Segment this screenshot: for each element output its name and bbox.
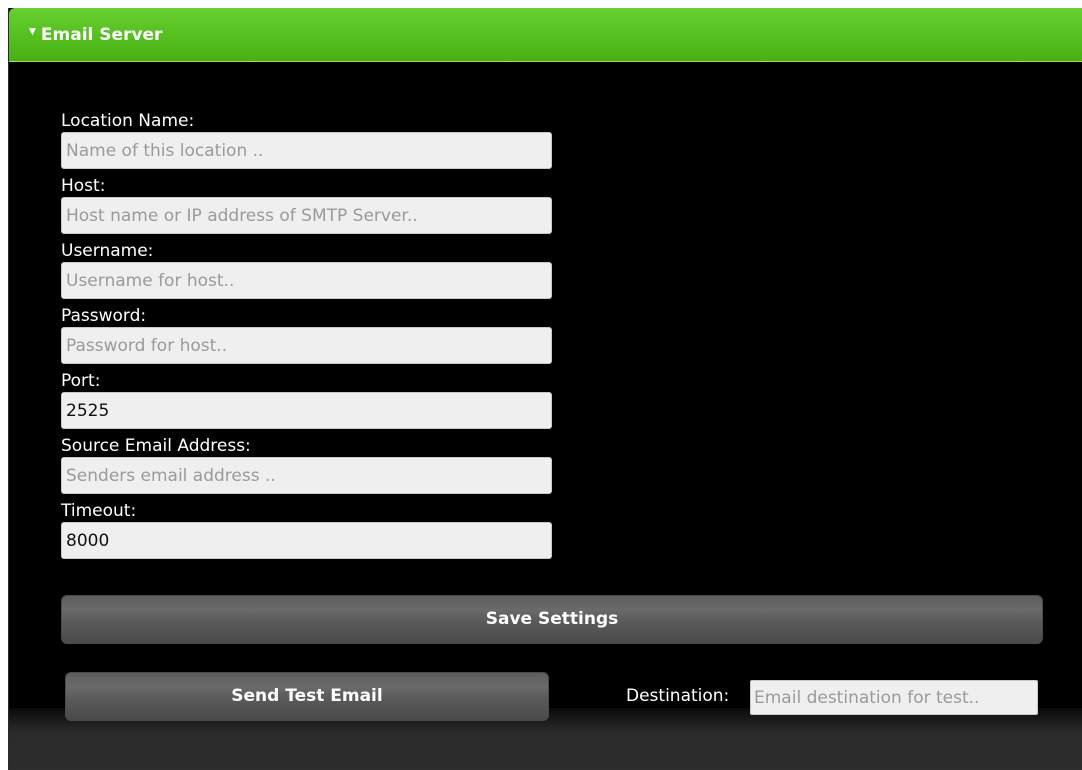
password-label: Password: (61, 306, 147, 326)
destination-label: Destination: (626, 686, 730, 706)
location-name-label: Location Name: (61, 111, 195, 131)
username-label: Username: (61, 241, 154, 261)
host-input[interactable] (61, 197, 552, 234)
panel-title: Email Server (40, 24, 163, 45)
email-settings-form: Location Name: Host: Username: Password:… (61, 110, 552, 565)
timeout-input[interactable] (61, 522, 552, 559)
source-email-label: Source Email Address: (61, 436, 251, 456)
triangle-down-icon[interactable]: ▼ (29, 28, 36, 37)
username-input[interactable] (61, 262, 552, 299)
source-email-input[interactable] (61, 457, 552, 494)
save-settings-button[interactable]: Save Settings (61, 595, 1043, 644)
panel-header[interactable]: ▼ Email Server (9, 8, 1082, 62)
host-label: Host: (61, 176, 106, 196)
port-input[interactable] (61, 392, 552, 429)
timeout-label: Timeout: (61, 501, 137, 521)
port-label: Port: (61, 371, 101, 391)
location-name-input[interactable] (61, 132, 552, 169)
destination-input[interactable] (750, 680, 1038, 715)
email-server-panel: ▼ Email Server Location Name: Host: User… (8, 8, 1082, 770)
password-input[interactable] (61, 327, 552, 364)
send-test-email-button[interactable]: Send Test Email (65, 672, 549, 721)
